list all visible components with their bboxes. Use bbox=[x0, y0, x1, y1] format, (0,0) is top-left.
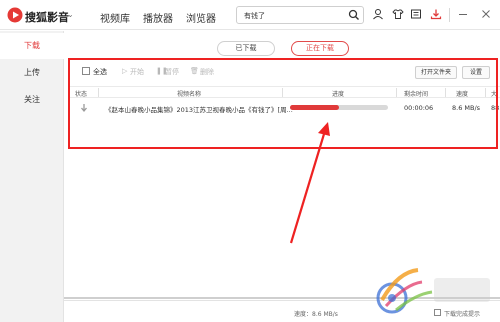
divider bbox=[449, 8, 450, 22]
close-icon[interactable] bbox=[480, 8, 492, 20]
complete-notify-label[interactable]: 下载完成提示 bbox=[444, 309, 480, 318]
delete-button[interactable]: 删除 bbox=[200, 67, 214, 77]
search-input[interactable]: 有钱了 bbox=[236, 6, 364, 24]
status-bar: 速度：8.6 MB/s 下载完成提示 bbox=[64, 300, 500, 322]
column-name[interactable]: 视频名称 bbox=[177, 89, 201, 98]
play-icon[interactable]: ▷ bbox=[122, 67, 127, 75]
video-name: 《赵本山春晚小品集锦》2013江苏卫视春晚小品《有钱了》[周... bbox=[105, 106, 293, 114]
sidebar-item-download[interactable]: 下载 bbox=[0, 33, 64, 59]
sidebar-item-follow[interactable]: 关注 bbox=[0, 87, 64, 113]
column-divider bbox=[445, 88, 446, 97]
minimize-icon[interactable] bbox=[457, 8, 469, 20]
download-panel: 已下载 正在下载 全选 ▷ 开始 ❚❚ 暂停 🗑 删除 打开文件夹 设置 状态 … bbox=[64, 31, 500, 322]
file-size: 88.7 bbox=[491, 104, 500, 112]
remaining-time: 00:00:06 bbox=[404, 104, 434, 112]
settings-button[interactable]: 设置 bbox=[462, 66, 490, 79]
download-arrow-icon bbox=[81, 104, 87, 113]
horizontal-scrollbar[interactable] bbox=[64, 297, 500, 299]
pause-button[interactable]: 暂停 bbox=[165, 67, 179, 77]
download-toolbar: 全选 ▷ 开始 ❚❚ 暂停 🗑 删除 打开文件夹 设置 bbox=[70, 63, 500, 81]
search-input-value[interactable]: 有钱了 bbox=[244, 11, 265, 21]
progress-bar bbox=[290, 105, 388, 110]
nav-player[interactable]: 播放器 bbox=[143, 10, 173, 25]
column-divider bbox=[485, 88, 486, 97]
complete-notify-checkbox[interactable] bbox=[434, 309, 441, 316]
column-size[interactable]: 大 bbox=[491, 89, 497, 98]
sidebar-item-upload[interactable]: 上传 bbox=[0, 60, 64, 86]
select-all-checkbox[interactable] bbox=[82, 67, 90, 75]
column-speed[interactable]: 速度 bbox=[456, 89, 468, 98]
column-progress[interactable]: 进度 bbox=[332, 89, 344, 98]
skin-shirt-icon[interactable] bbox=[392, 8, 404, 20]
title-bar: 搜狐影音 ⌄ 视频库 播放器 浏览器 有钱了 bbox=[0, 0, 500, 30]
nav-browser[interactable]: 浏览器 bbox=[186, 10, 216, 25]
open-folder-button[interactable]: 打开文件夹 bbox=[415, 66, 457, 79]
progress-fill bbox=[290, 105, 339, 110]
download-icon[interactable] bbox=[430, 8, 442, 20]
app-title[interactable]: 搜狐影音 bbox=[25, 9, 69, 25]
column-divider bbox=[396, 88, 397, 97]
table-header: 状态 视频名称 进度 剩余时间 速度 大 bbox=[70, 86, 500, 98]
download-speed: 8.6 MB/s bbox=[452, 104, 481, 112]
tab-downloaded[interactable]: 已下载 bbox=[217, 41, 275, 56]
tab-downloading[interactable]: 正在下载 bbox=[291, 41, 349, 56]
total-speed: 速度：8.6 MB/s bbox=[294, 311, 338, 318]
column-status[interactable]: 状态 bbox=[75, 89, 87, 98]
trash-icon[interactable]: 🗑 bbox=[190, 67, 199, 75]
chevron-down-icon[interactable]: ⌄ bbox=[67, 10, 74, 19]
table-row[interactable]: 《赵本山春晚小品集锦》2013江苏卫视春晚小品《有钱了》[周... 00:00:… bbox=[70, 101, 500, 115]
app-logo-icon bbox=[7, 7, 23, 23]
sidebar: 下载 上传 关注 bbox=[0, 31, 64, 322]
select-all-label[interactable]: 全选 bbox=[93, 67, 107, 77]
column-divider bbox=[98, 88, 99, 97]
user-icon[interactable] bbox=[372, 8, 384, 20]
start-button[interactable]: 开始 bbox=[130, 67, 144, 77]
column-divider bbox=[282, 88, 283, 97]
nav-video-library[interactable]: 视频库 bbox=[100, 10, 130, 25]
message-icon[interactable] bbox=[410, 8, 422, 20]
search-icon[interactable] bbox=[348, 9, 360, 21]
column-remaining[interactable]: 剩余时间 bbox=[404, 89, 428, 98]
